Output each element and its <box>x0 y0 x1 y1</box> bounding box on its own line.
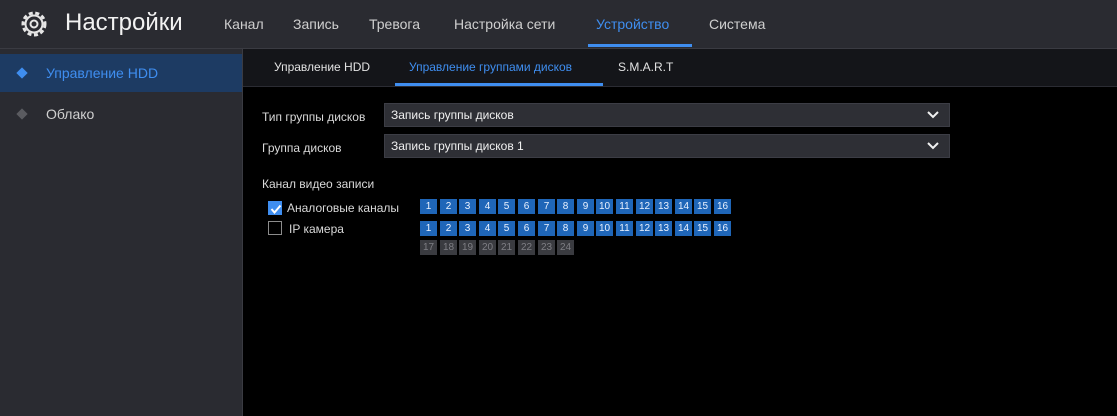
channel-box[interactable]: 1 <box>420 221 437 236</box>
disk-group-type-value: Запись группы дисков <box>391 108 514 122</box>
channel-box-disabled: 22 <box>518 240 535 255</box>
sidebar-item-label: Управление HDD <box>46 65 159 81</box>
channel-box-disabled: 23 <box>538 240 555 255</box>
sub-tab-bar: Управление HDD Управление группами диско… <box>243 49 1117 87</box>
channel-box-disabled: 18 <box>440 240 457 255</box>
channel-box[interactable]: 2 <box>440 199 457 214</box>
subtab-disk-groups[interactable]: Управление группами дисков <box>409 60 572 75</box>
channel-box[interactable]: 8 <box>557 221 574 236</box>
channel-box-disabled: 21 <box>498 240 515 255</box>
sidebar-item-label: Облако <box>46 106 95 122</box>
channel-box-disabled: 19 <box>459 240 476 255</box>
app-title: Настройки <box>65 9 183 36</box>
channel-box[interactable]: 11 <box>616 221 633 236</box>
channel-box[interactable]: 6 <box>518 199 535 214</box>
tab-record[interactable]: Запись <box>293 15 339 33</box>
channel-box[interactable]: 13 <box>655 199 672 214</box>
channel-box[interactable]: 12 <box>636 221 653 236</box>
channel-box[interactable]: 5 <box>498 221 515 236</box>
channel-box[interactable]: 3 <box>459 221 476 236</box>
channel-box-disabled: 24 <box>557 240 574 255</box>
disk-group-type-label: Тип группы дисков <box>262 110 366 124</box>
channel-box[interactable]: 12 <box>636 199 653 214</box>
analog-channels-label: Аналоговые каналы <box>287 201 400 215</box>
channel-box-disabled: 20 <box>479 240 496 255</box>
subtab-hdd-management[interactable]: Управление HDD <box>274 60 370 75</box>
tab-channel[interactable]: Канал <box>224 15 264 33</box>
sidebar: Управление HDD Облако <box>0 49 243 416</box>
diamond-bullet-icon <box>16 108 28 120</box>
sidebar-item-hdd-management[interactable]: Управление HDD <box>0 54 242 92</box>
sidebar-item-cloud[interactable]: Облако <box>0 95 242 133</box>
diamond-bullet-icon <box>16 67 28 79</box>
channel-box[interactable]: 15 <box>694 221 711 236</box>
channel-box[interactable]: 2 <box>440 221 457 236</box>
channel-box[interactable]: 11 <box>616 199 633 214</box>
tab-system[interactable]: Система <box>709 15 765 33</box>
channel-box[interactable]: 16 <box>714 199 731 214</box>
channel-box[interactable]: 4 <box>479 199 496 214</box>
disk-group-type-select[interactable]: Запись группы дисков <box>384 103 950 127</box>
channel-box[interactable]: 5 <box>498 199 515 214</box>
channel-box[interactable]: 7 <box>538 199 555 214</box>
channel-box[interactable]: 9 <box>577 221 594 236</box>
channel-box[interactable]: 3 <box>459 199 476 214</box>
channel-box[interactable]: 6 <box>518 221 535 236</box>
disk-group-label: Группа дисков <box>262 141 342 155</box>
top-bar: Настройки Канал Запись Тревога Настройка… <box>0 0 1117 49</box>
tab-device[interactable]: Устройство <box>596 15 669 33</box>
chevron-down-icon <box>927 142 939 150</box>
chevron-down-icon <box>927 111 939 119</box>
channel-box-disabled: 17 <box>420 240 437 255</box>
channel-box[interactable]: 10 <box>596 199 613 214</box>
checkmark-icon <box>270 204 282 215</box>
active-subtab-indicator <box>395 83 603 86</box>
subtab-smart[interactable]: S.M.A.R.T <box>618 60 673 75</box>
channel-box[interactable]: 15 <box>694 199 711 214</box>
settings-gear-icon <box>21 11 47 37</box>
active-tab-indicator <box>588 44 692 47</box>
channel-box[interactable]: 7 <box>538 221 555 236</box>
disk-group-select[interactable]: Запись группы дисков 1 <box>384 134 950 158</box>
channel-box[interactable]: 8 <box>557 199 574 214</box>
analog-channels-checkbox[interactable] <box>268 201 282 215</box>
record-channel-heading: Канал видео записи <box>262 177 375 191</box>
channel-box[interactable]: 9 <box>577 199 594 214</box>
channel-box[interactable]: 16 <box>714 221 731 236</box>
ip-camera-checkbox[interactable] <box>268 221 282 235</box>
tab-alarm[interactable]: Тревога <box>369 15 420 33</box>
channel-box[interactable]: 1 <box>420 199 437 214</box>
ip-camera-label: IP камера <box>289 222 344 236</box>
channel-box[interactable]: 10 <box>596 221 613 236</box>
channel-box[interactable]: 13 <box>655 221 672 236</box>
channel-box[interactable]: 14 <box>675 199 692 214</box>
channel-box[interactable]: 4 <box>479 221 496 236</box>
channel-box[interactable]: 14 <box>675 221 692 236</box>
tab-network[interactable]: Настройка сети <box>454 15 555 33</box>
disk-group-value: Запись группы дисков 1 <box>391 139 524 153</box>
